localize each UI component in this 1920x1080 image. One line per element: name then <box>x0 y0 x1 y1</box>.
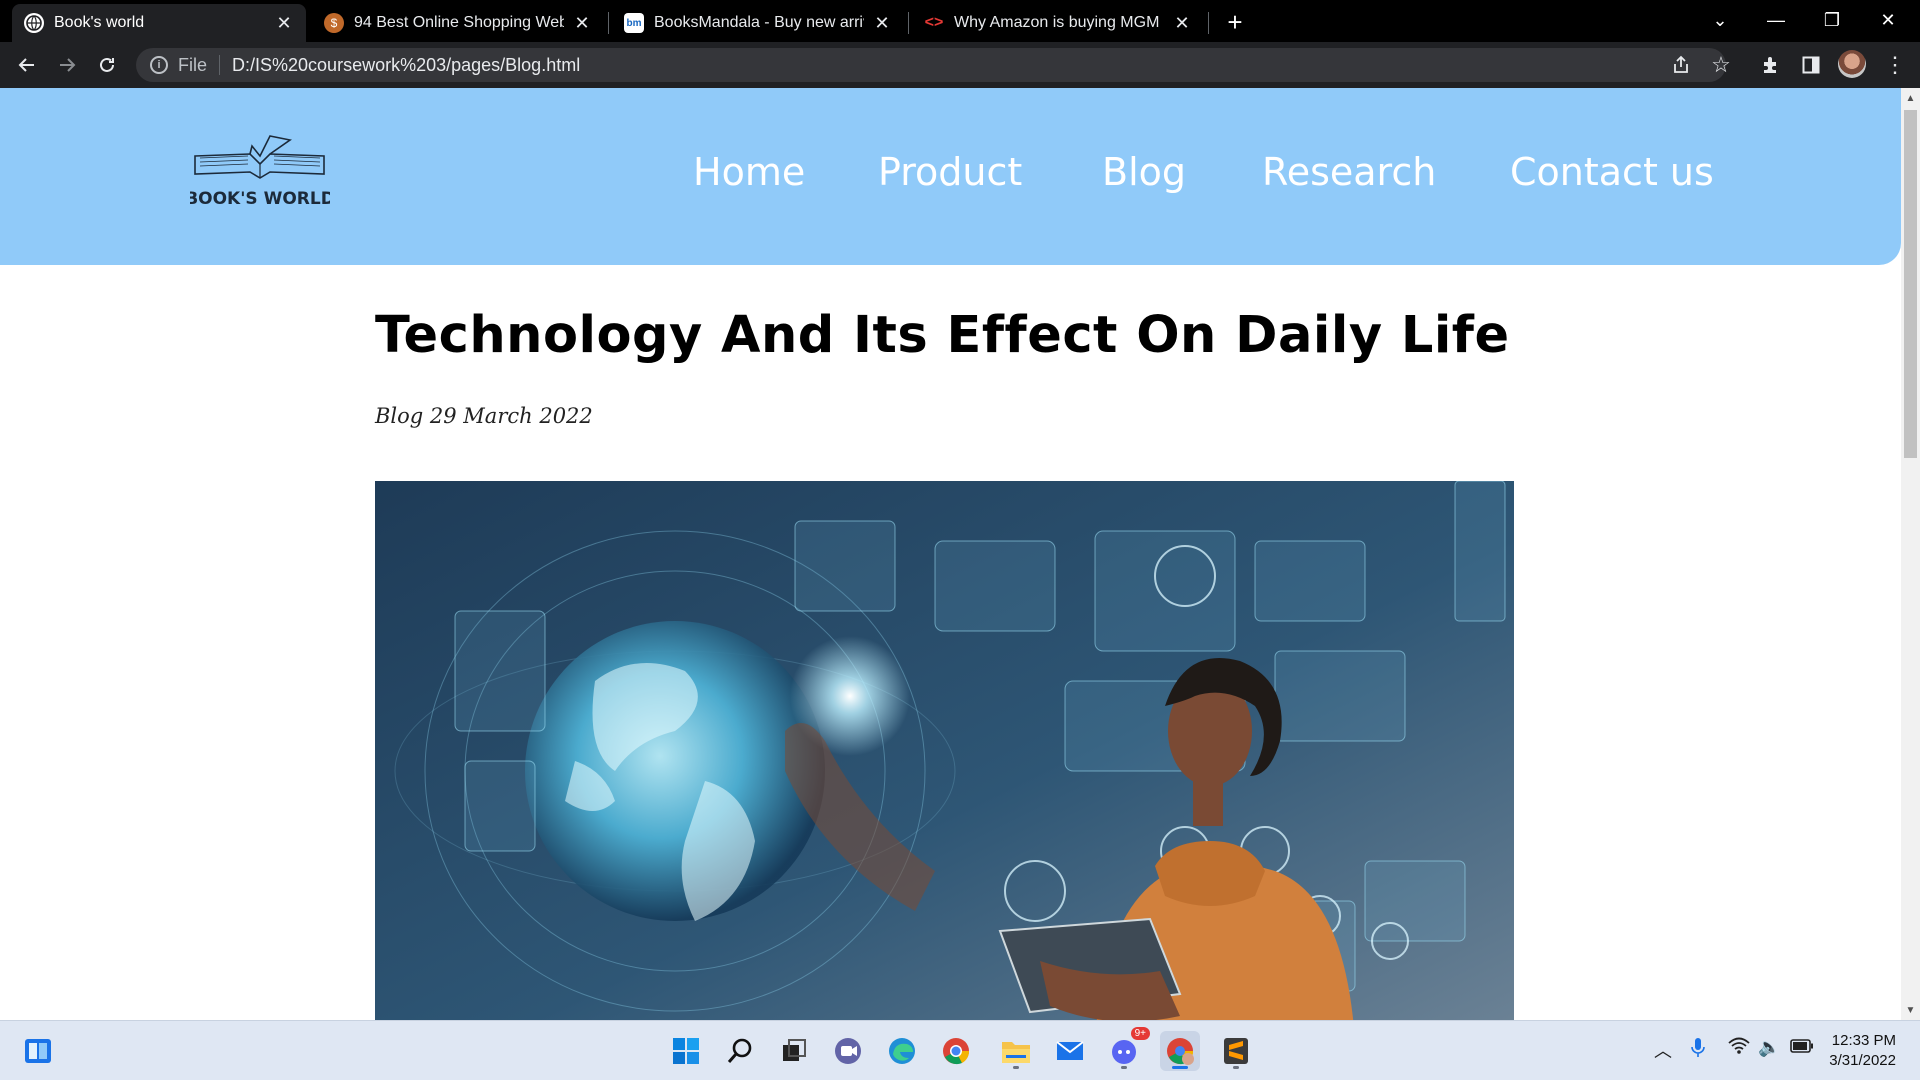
discord-icon[interactable]: 9+ <box>1104 1027 1150 1071</box>
chrome-profile-active-icon[interactable] <box>1160 1031 1200 1071</box>
wifi-icon[interactable] <box>1728 1037 1750 1060</box>
site-logo[interactable]: BOOK'S WORLD <box>185 126 335 216</box>
nav-product[interactable]: Product <box>878 150 1022 194</box>
microphone-icon[interactable] <box>1690 1037 1706 1064</box>
running-indicator <box>1172 1066 1188 1069</box>
tab-separator <box>908 12 909 34</box>
browser-tab-strip: Book's world ✕ $ 94 Best Online Shopping… <box>0 0 1920 42</box>
tab-title: 94 Best Online Shopping Website <box>354 14 564 31</box>
code-favicon: <> <box>924 14 944 31</box>
volume-icon[interactable]: 🔈 <box>1758 1037 1780 1058</box>
search-icon[interactable] <box>720 1031 760 1071</box>
file-explorer-icon[interactable] <box>996 1031 1036 1071</box>
tab-separator <box>1208 12 1209 34</box>
back-button[interactable] <box>12 50 42 80</box>
address-bar[interactable]: i File D:/IS%20coursework%203/pages/Blog… <box>136 48 1726 82</box>
booksmandala-favicon: bm <box>624 13 644 33</box>
close-tab-icon[interactable]: ✕ <box>1172 13 1192 33</box>
system-clock[interactable]: 12:33 PM 3/31/2022 <box>1829 1031 1896 1071</box>
edge-browser-icon[interactable] <box>882 1031 922 1071</box>
url-text: D:/IS%20coursework%203/pages/Blog.html <box>232 54 581 75</box>
close-tab-icon[interactable]: ✕ <box>872 13 892 33</box>
bookmark-star-icon[interactable]: ☆ <box>1706 50 1736 80</box>
tab-separator <box>608 12 609 34</box>
page-viewport: BOOK'S WORLD Home Product Blog Research … <box>0 88 1901 1020</box>
reload-icon <box>100 57 114 72</box>
forward-arrow-icon <box>60 58 76 72</box>
profile-avatar[interactable] <box>1838 50 1866 78</box>
post-meta: Blog 29 March 2022 <box>375 404 593 428</box>
minimize-button[interactable]: — <box>1748 0 1804 40</box>
tab-amazon-mgm[interactable]: <> Why Amazon is buying MGM hol ✕ <box>912 4 1204 42</box>
tab-title: BooksMandala - Buy new arrivals <box>654 14 864 31</box>
sublime-text-icon[interactable] <box>1216 1031 1256 1071</box>
nav-research[interactable]: Research <box>1262 150 1436 194</box>
running-indicator <box>1233 1066 1239 1069</box>
restore-button[interactable]: ❐ <box>1804 0 1860 40</box>
start-windows-icon[interactable] <box>666 1031 706 1071</box>
show-hidden-icons-chevron-icon[interactable]: ︿ <box>1654 1037 1672 1063</box>
post-title: Technology And Its Effect On Daily Life <box>375 306 1510 365</box>
shopping-favicon: $ <box>324 13 344 33</box>
url-scheme: File <box>178 54 208 75</box>
share-icon[interactable] <box>1666 50 1696 80</box>
running-indicator <box>1121 1066 1127 1069</box>
battery-icon[interactable] <box>1790 1037 1814 1058</box>
tab-search-icon[interactable]: ⌄ <box>1692 0 1748 40</box>
scroll-down-arrow-icon[interactable]: ▼ <box>1901 1002 1920 1018</box>
clock-date: 3/31/2022 <box>1829 1052 1896 1069</box>
info-icon[interactable]: i <box>150 56 168 74</box>
url-divider <box>219 55 221 75</box>
tab-shopping[interactable]: $ 94 Best Online Shopping Website ✕ <box>312 4 604 42</box>
tab-books-world[interactable]: Book's world ✕ <box>12 4 306 42</box>
open-book-logo-icon: BOOK'S WORLD <box>185 135 335 209</box>
tab-booksmandala[interactable]: bm BooksMandala - Buy new arrivals ✕ <box>612 4 904 42</box>
site-header: BOOK'S WORLD Home Product Blog Research … <box>0 88 1901 265</box>
close-window-button[interactable]: ✕ <box>1860 0 1916 40</box>
globe-icon <box>24 13 44 33</box>
close-tab-icon[interactable]: ✕ <box>274 13 294 33</box>
tab-title: Book's world <box>54 14 145 31</box>
task-view-icon[interactable] <box>774 1031 814 1071</box>
browser-menu-icon[interactable]: ⋮ <box>1880 50 1910 80</box>
forward-button[interactable] <box>52 50 82 80</box>
scrollbar-thumb[interactable] <box>1904 110 1917 458</box>
mail-icon[interactable] <box>1050 1031 1090 1071</box>
reload-button[interactable] <box>92 50 122 80</box>
running-indicator <box>1013 1066 1019 1069</box>
page-scrollbar[interactable]: ▲ ▼ <box>1901 88 1920 1020</box>
notification-badge: 9+ <box>1130 1027 1150 1040</box>
back-arrow-icon <box>18 58 34 72</box>
technology-hero-illustration <box>375 481 1514 1020</box>
widgets-icon[interactable] <box>18 1031 58 1071</box>
windows-taskbar: 9+ ︿ 🔈 12:33 PM 3/31/2022 <box>0 1020 1920 1080</box>
browser-toolbar: i File D:/IS%20coursework%203/pages/Blog… <box>0 42 1920 88</box>
close-tab-icon[interactable]: ✕ <box>572 13 592 33</box>
nav-home[interactable]: Home <box>693 150 805 194</box>
teams-chat-icon[interactable] <box>828 1031 868 1071</box>
tab-title: Why Amazon is buying MGM hol <box>954 14 1164 31</box>
scroll-up-arrow-icon[interactable]: ▲ <box>1901 90 1920 106</box>
chrome-icon[interactable] <box>936 1031 976 1071</box>
new-tab-button[interactable]: + <box>1220 7 1250 37</box>
nav-contact-us[interactable]: Contact us <box>1510 150 1714 194</box>
extensions-icon[interactable] <box>1756 50 1786 80</box>
side-panel-icon[interactable] <box>1796 50 1826 80</box>
post-hero-image <box>375 481 1514 1020</box>
clock-time: 12:33 PM <box>1831 1032 1896 1049</box>
svg-text:BOOK'S WORLD: BOOK'S WORLD <box>190 189 330 209</box>
nav-blog[interactable]: Blog <box>1102 150 1186 194</box>
